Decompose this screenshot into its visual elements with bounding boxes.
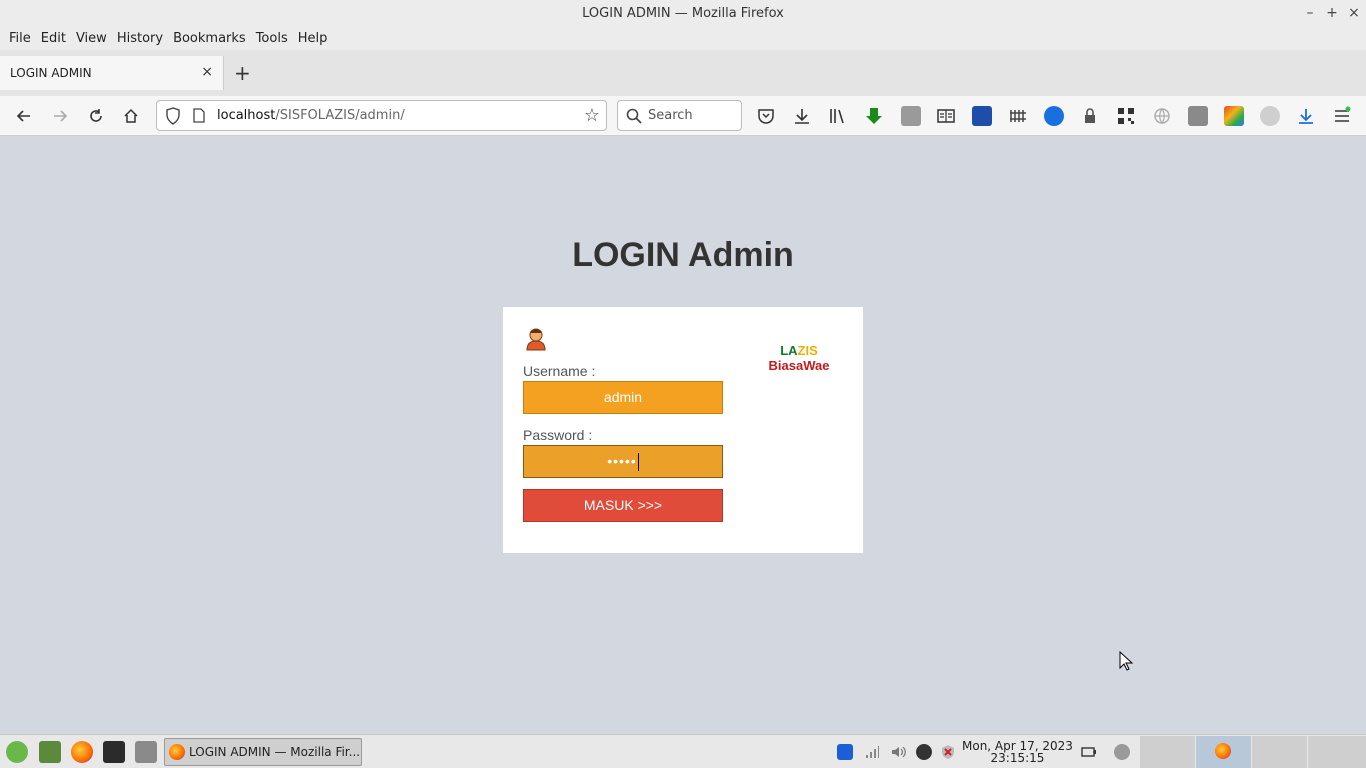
pocket-icon[interactable] bbox=[756, 106, 776, 126]
logo-part-zis: ZIS bbox=[797, 343, 818, 358]
login-card: Username : admin Password : ••••• MASUK … bbox=[503, 307, 863, 553]
url-host: localhost bbox=[217, 108, 276, 123]
globe-icon[interactable] bbox=[1152, 106, 1172, 126]
network-signal-icon[interactable] bbox=[864, 744, 880, 760]
bluetooth-icon[interactable] bbox=[916, 744, 932, 760]
tab-login-admin[interactable]: LOGIN ADMIN × bbox=[0, 56, 224, 90]
logo-line-biasawae: BiasaWae bbox=[768, 358, 830, 373]
password-input[interactable]: ••••• bbox=[523, 445, 723, 478]
hamburger-menu-icon[interactable] bbox=[1332, 106, 1352, 126]
mint-menu-icon[interactable] bbox=[6, 741, 28, 763]
menu-edit[interactable]: Edit bbox=[36, 31, 71, 46]
new-tab-button[interactable]: + bbox=[234, 62, 251, 84]
taskbar: LOGIN ADMIN — Mozilla Fir... Mon, Apr 17… bbox=[0, 734, 1366, 768]
close-window-button[interactable]: × bbox=[1348, 3, 1360, 23]
lock-extension-icon[interactable] bbox=[1080, 106, 1100, 126]
menu-tools[interactable]: Tools bbox=[251, 31, 293, 46]
menu-file[interactable]: File bbox=[4, 31, 36, 46]
qr-code-icon[interactable] bbox=[1116, 106, 1136, 126]
text-caret bbox=[637, 453, 639, 472]
tab-label: LOGIN ADMIN bbox=[10, 66, 92, 80]
blue-download-extension-icon[interactable] bbox=[972, 106, 992, 126]
taskbar-window-label: LOGIN ADMIN — Mozilla Fir... bbox=[189, 745, 361, 759]
terminal-icon[interactable] bbox=[103, 741, 125, 763]
url-text[interactable]: localhost/SISFOLAZIS/admin/ bbox=[217, 108, 405, 123]
forward-icon[interactable] bbox=[48, 104, 72, 128]
username-label: Username : bbox=[523, 363, 596, 379]
username-input[interactable]: admin bbox=[523, 381, 723, 414]
menu-bookmarks[interactable]: Bookmarks bbox=[168, 31, 251, 46]
reader-view-icon[interactable] bbox=[936, 106, 956, 126]
password-label: Password : bbox=[523, 427, 593, 443]
taskbar-firefox-window[interactable]: LOGIN ADMIN — Mozilla Fir... bbox=[164, 738, 362, 766]
url-bar[interactable]: localhost/SISFOLAZIS/admin/ ☆ bbox=[156, 100, 607, 131]
maximize-button[interactable]: + bbox=[1326, 3, 1338, 23]
logo-part-la: LA bbox=[780, 343, 798, 358]
home-icon[interactable] bbox=[119, 104, 143, 128]
colorful-extension-icon[interactable] bbox=[1224, 106, 1244, 126]
workspace-4[interactable] bbox=[1308, 736, 1366, 768]
workspace-firefox-icon bbox=[1215, 743, 1231, 759]
record-extension-icon[interactable] bbox=[1260, 106, 1280, 126]
info-extension-icon[interactable] bbox=[901, 106, 921, 126]
menu-bar: File Edit View History Bookmarks Tools H… bbox=[0, 26, 1366, 50]
bluetooth-app-icon[interactable] bbox=[837, 744, 853, 760]
firefox-icon bbox=[169, 744, 185, 760]
masuk-button[interactable]: MASUK >>> bbox=[523, 489, 723, 522]
grid-extension-icon[interactable] bbox=[1008, 106, 1028, 126]
downloads-icon[interactable] bbox=[792, 106, 812, 126]
minimize-button[interactable]: – bbox=[1304, 3, 1316, 23]
clock-time: 23:15:15 bbox=[990, 751, 1045, 765]
volume-icon[interactable] bbox=[890, 744, 906, 760]
tracking-shield-icon[interactable] bbox=[165, 107, 181, 125]
window-controls: – + × bbox=[1304, 3, 1360, 23]
page-title: LOGIN Admin bbox=[572, 236, 794, 274]
workspace-1[interactable] bbox=[1140, 736, 1195, 768]
update-error-icon[interactable] bbox=[940, 744, 956, 760]
url-path: /SISFOLAZIS/admin/ bbox=[275, 108, 405, 123]
menu-help[interactable]: Help bbox=[293, 31, 333, 46]
password-value: ••••• bbox=[607, 453, 637, 469]
mouse-cursor-icon bbox=[1119, 651, 1133, 671]
back-icon[interactable] bbox=[12, 104, 36, 128]
green-download-extension-icon[interactable] bbox=[864, 106, 884, 126]
window-titlebar: LOGIN ADMIN — Mozilla Firefox – + × bbox=[0, 0, 1366, 26]
close-tab-icon[interactable]: × bbox=[201, 64, 213, 80]
window-title: LOGIN ADMIN — Mozilla Firefox bbox=[582, 5, 784, 21]
workspace-3[interactable] bbox=[1252, 736, 1307, 768]
kebab-extension-icon[interactable] bbox=[1188, 106, 1208, 126]
battery-icon[interactable] bbox=[1081, 744, 1097, 760]
screen-record-icon[interactable] bbox=[1114, 744, 1130, 760]
file-manager-icon[interactable] bbox=[135, 741, 157, 763]
menu-view[interactable]: View bbox=[71, 31, 112, 46]
search-icon bbox=[626, 108, 642, 124]
zoom-z-extension-icon[interactable] bbox=[1044, 106, 1064, 126]
search-placeholder: Search bbox=[648, 108, 693, 123]
show-desktop-icon[interactable] bbox=[39, 741, 61, 763]
firefox-launcher-icon[interactable] bbox=[71, 741, 93, 763]
search-box[interactable]: Search bbox=[617, 100, 742, 131]
page-content: LOGIN Admin Username : admin Password : … bbox=[0, 137, 1366, 734]
menu-history[interactable]: History bbox=[112, 31, 168, 46]
bookmark-star-icon[interactable]: ☆ bbox=[584, 105, 600, 126]
reload-icon[interactable] bbox=[84, 104, 108, 128]
library-icon[interactable] bbox=[828, 106, 848, 126]
navigation-toolbar: localhost/SISFOLAZIS/admin/ ☆ Search bbox=[0, 96, 1366, 136]
page-info-icon[interactable] bbox=[193, 108, 205, 123]
tab-strip: LOGIN ADMIN × + bbox=[0, 50, 1366, 96]
clock[interactable]: Mon, Apr 17, 2023 23:15:15 bbox=[962, 740, 1073, 764]
lazis-logo: LAZIS BiasaWae bbox=[759, 343, 839, 373]
admin-user-icon bbox=[526, 328, 546, 351]
blue-arrow-download-icon[interactable] bbox=[1296, 106, 1316, 126]
